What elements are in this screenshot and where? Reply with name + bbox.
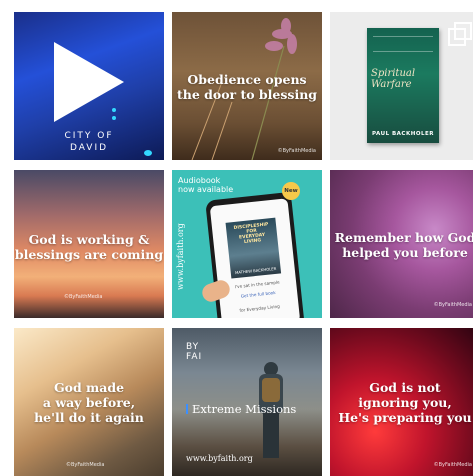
tile-quote: Obedience opens the door to blessing (176, 72, 318, 102)
audiobook-cover: DISCIPLESHIP FOR EVERYDAY LIVING MATHEW … (225, 217, 282, 279)
multiple-images-icon (448, 22, 472, 46)
post-tile-not-ignoring[interactable]: God is not ignoring you, He's preparing … (330, 328, 473, 476)
tile-credit: ©ByFaithMedia (64, 294, 103, 300)
get-book-link: Get the full book (240, 290, 276, 299)
byfaith-logo: BY FAI (186, 342, 203, 362)
tile-credit: ©ByFaithMedia (277, 148, 316, 154)
audiobook-label: Audiobook now available (178, 176, 234, 194)
tile-quote: God is working & blessings are coming (14, 232, 164, 262)
tile-quote: Remember how God helped you before (334, 230, 473, 260)
tile-quote: God made a way before, he'll do it again (34, 380, 144, 425)
site-url: www.byfaith.org (186, 454, 253, 463)
tile-title: Extreme Missions (186, 402, 296, 416)
cover-author: MATHEW BACKHOLER (234, 265, 277, 276)
book-title: Spiritual Warfare (371, 68, 416, 90)
footer-text: for Everyday Living (239, 303, 281, 313)
tile-credit: ©ByFaithMedia (433, 302, 472, 308)
book-cover: Spiritual Warfare PAUL BACKHOLER (367, 28, 439, 143)
phone-screen: DISCIPLESHIP FOR EVERYDAY LIVING MATHEW … (209, 198, 301, 318)
post-tile-obedience[interactable]: Obedience opens the door to blessing ©By… (172, 12, 322, 160)
play-icon[interactable] (54, 42, 124, 122)
post-tile-god-made-a-way[interactable]: God made a way before, he'll do it again… (14, 328, 164, 476)
post-tile-god-is-working[interactable]: God is working & blessings are coming ©B… (14, 170, 164, 318)
post-tile-remember[interactable]: Remember how God helped you before ©ByFa… (330, 170, 473, 318)
cover-title: DISCIPLESHIP FOR EVERYDAY LIVING (233, 222, 269, 246)
post-tile-city-of-david[interactable]: CITY OF DAVID (14, 12, 164, 160)
post-tile-extreme-missions[interactable]: BY FAI Extreme Missions www.byfaith.org (172, 328, 322, 476)
new-badge: New (282, 182, 300, 200)
tile-caption: CITY OF DAVID (64, 131, 114, 153)
book-author: PAUL BACKHOLER (371, 131, 435, 137)
tile-credit: ©ByFaithMedia (433, 462, 472, 468)
tile-quote: God is not ignoring you, He's preparing … (338, 380, 472, 425)
post-tile-spiritual-warfare[interactable]: Spiritual Warfare PAUL BACKHOLER (330, 12, 473, 160)
post-tile-audiobook[interactable]: Audiobook now available www.byfaith.org … (172, 170, 322, 318)
site-url: www.byfaith.org (176, 223, 185, 290)
tile-credit: ©ByFaithMedia (66, 462, 105, 468)
decorative-lines (373, 36, 433, 52)
